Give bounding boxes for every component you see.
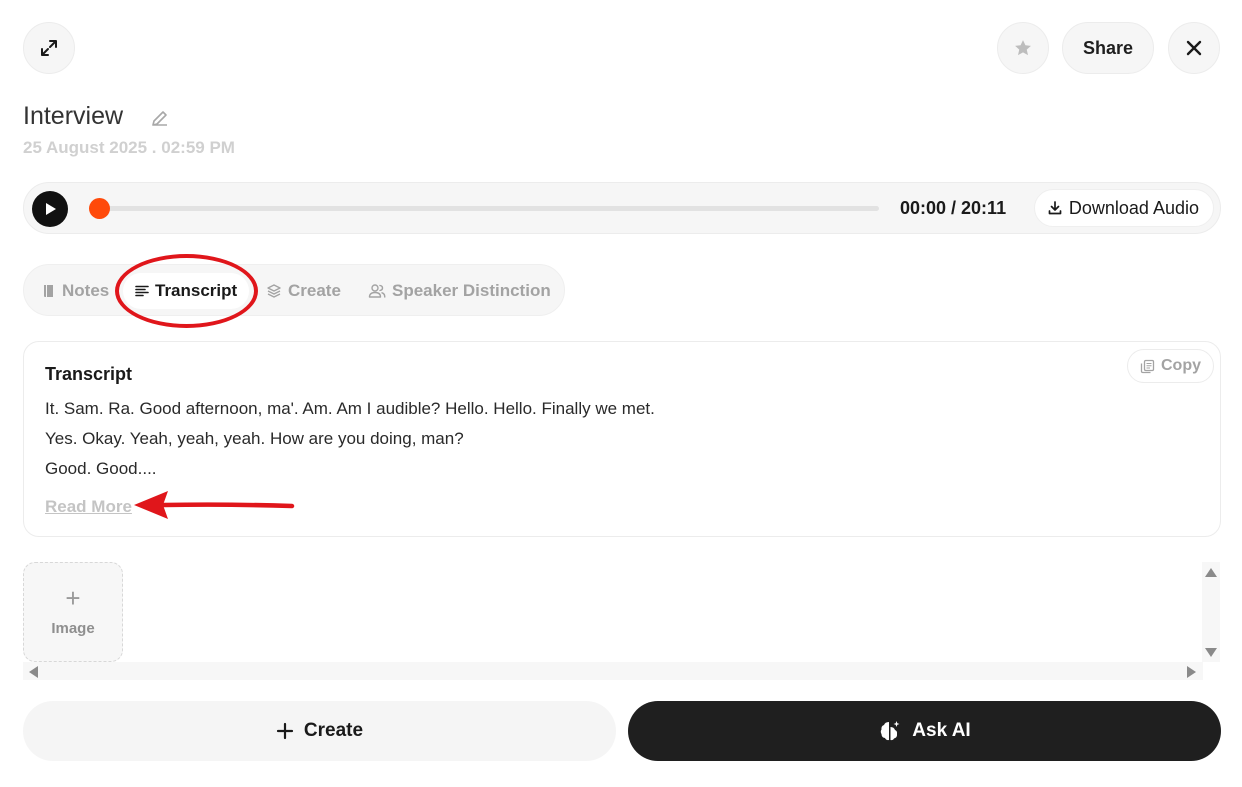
add-image-button[interactable]: + Image (23, 562, 123, 662)
star-icon (1015, 40, 1031, 56)
scroll-up-arrow[interactable] (1205, 568, 1217, 577)
ask-ai-label: Ask AI (912, 720, 971, 741)
tab-create-label: Create (288, 281, 341, 300)
users-icon (368, 284, 386, 298)
play-button[interactable] (32, 191, 68, 227)
play-icon (46, 203, 56, 215)
edit-title-button[interactable] (150, 108, 170, 133)
transcript-card-title: Transcript (45, 364, 133, 384)
tab-transcript[interactable]: Transcript (123, 273, 250, 309)
audio-progress-thumb[interactable] (89, 198, 110, 219)
tab-create[interactable]: Create (258, 273, 349, 309)
add-image-label: Image (51, 620, 95, 637)
expand-button[interactable] (23, 22, 75, 74)
transcript-line: Yes. Okay. Yeah, yeah, yeah. How are you… (45, 429, 464, 448)
horizontal-scrollbar[interactable] (23, 662, 1203, 680)
pencil-icon (152, 111, 167, 126)
close-button[interactable] (1168, 22, 1220, 74)
download-icon (1048, 201, 1062, 215)
book-icon (44, 285, 53, 297)
audio-time: 00:00 / 20:11 (900, 198, 1007, 218)
vertical-scrollbar[interactable] (1202, 562, 1220, 662)
note-title: Interview (23, 102, 124, 130)
close-icon (1186, 40, 1202, 56)
lines-icon (135, 285, 149, 297)
scroll-right-arrow[interactable] (1187, 666, 1196, 678)
download-audio-button[interactable]: Download Audio (1033, 189, 1214, 227)
scroll-down-arrow[interactable] (1205, 648, 1217, 657)
copy-button[interactable]: Copy (1127, 349, 1214, 383)
create-label: Create (303, 720, 364, 741)
ai-brain-icon (881, 721, 900, 741)
expand-icon (41, 40, 57, 56)
download-audio-label: Download Audio (1068, 197, 1199, 218)
audio-progress-track[interactable] (99, 206, 879, 211)
layers-icon (267, 284, 281, 298)
plus-icon (276, 722, 294, 740)
tab-notes-label: Notes (62, 281, 110, 300)
audio-player: 00:00 / 20:11 Download Audio (23, 182, 1221, 234)
view-tabs: Notes Transcript Create Speaker Distinct… (23, 264, 565, 316)
plus-icon: + (65, 583, 81, 613)
tab-transcript-label: Transcript (155, 281, 238, 300)
create-button[interactable]: Create (23, 701, 616, 761)
copy-label: Copy (1161, 357, 1201, 374)
tab-notes[interactable]: Notes (34, 273, 117, 309)
favorite-button[interactable] (997, 22, 1049, 74)
scroll-left-arrow[interactable] (29, 666, 38, 678)
copy-icon (1140, 359, 1155, 373)
ask-ai-button[interactable]: Ask AI (628, 701, 1221, 761)
tab-speaker-distinction[interactable]: Speaker Distinction (360, 273, 559, 309)
share-button[interactable]: Share (1062, 22, 1154, 74)
tab-speaker-distinction-label: Speaker Distinction (392, 281, 551, 300)
share-label: Share (1082, 37, 1134, 58)
note-datetime: 25 August 2025 . 02:59 PM (23, 138, 235, 157)
read-more-link[interactable]: Read More (45, 497, 132, 517)
transcript-line: Good. Good.... (45, 459, 157, 478)
transcript-line: It. Sam. Ra. Good afternoon, ma'. Am. Am… (45, 399, 655, 418)
annotation-arrow (134, 491, 295, 519)
